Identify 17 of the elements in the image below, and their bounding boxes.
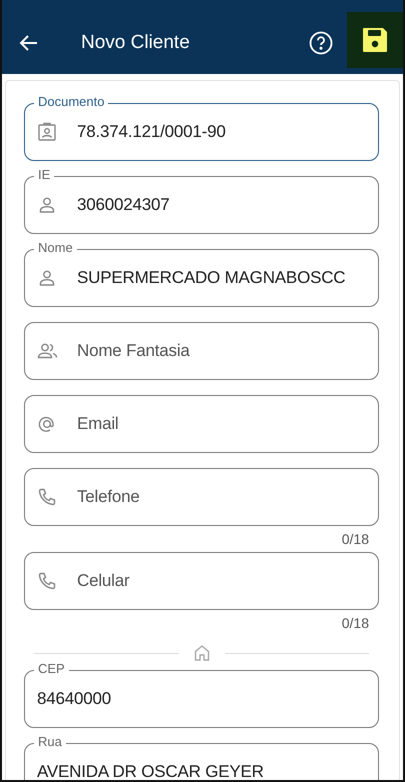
email-field[interactable]: Email xyxy=(24,395,379,453)
character-counter: 0/18 xyxy=(340,614,369,632)
home-icon xyxy=(192,644,210,662)
phone-field[interactable]: Celular xyxy=(24,552,379,610)
people-icon xyxy=(37,341,59,361)
person-icon xyxy=(37,195,57,215)
phone-field[interactable]: Telefone xyxy=(24,468,379,526)
id-card-icon xyxy=(37,122,57,142)
help-button[interactable] xyxy=(309,31,333,55)
save-button[interactable] xyxy=(347,12,403,68)
person-icon xyxy=(37,268,57,288)
help-icon xyxy=(309,31,333,55)
phone-icon xyxy=(37,571,57,591)
character-counter: 0/18 xyxy=(340,530,369,548)
phone-icon xyxy=(37,487,57,507)
screen-title: Novo Cliente xyxy=(81,32,191,54)
people-field[interactable]: Nome Fantasia xyxy=(24,322,379,380)
